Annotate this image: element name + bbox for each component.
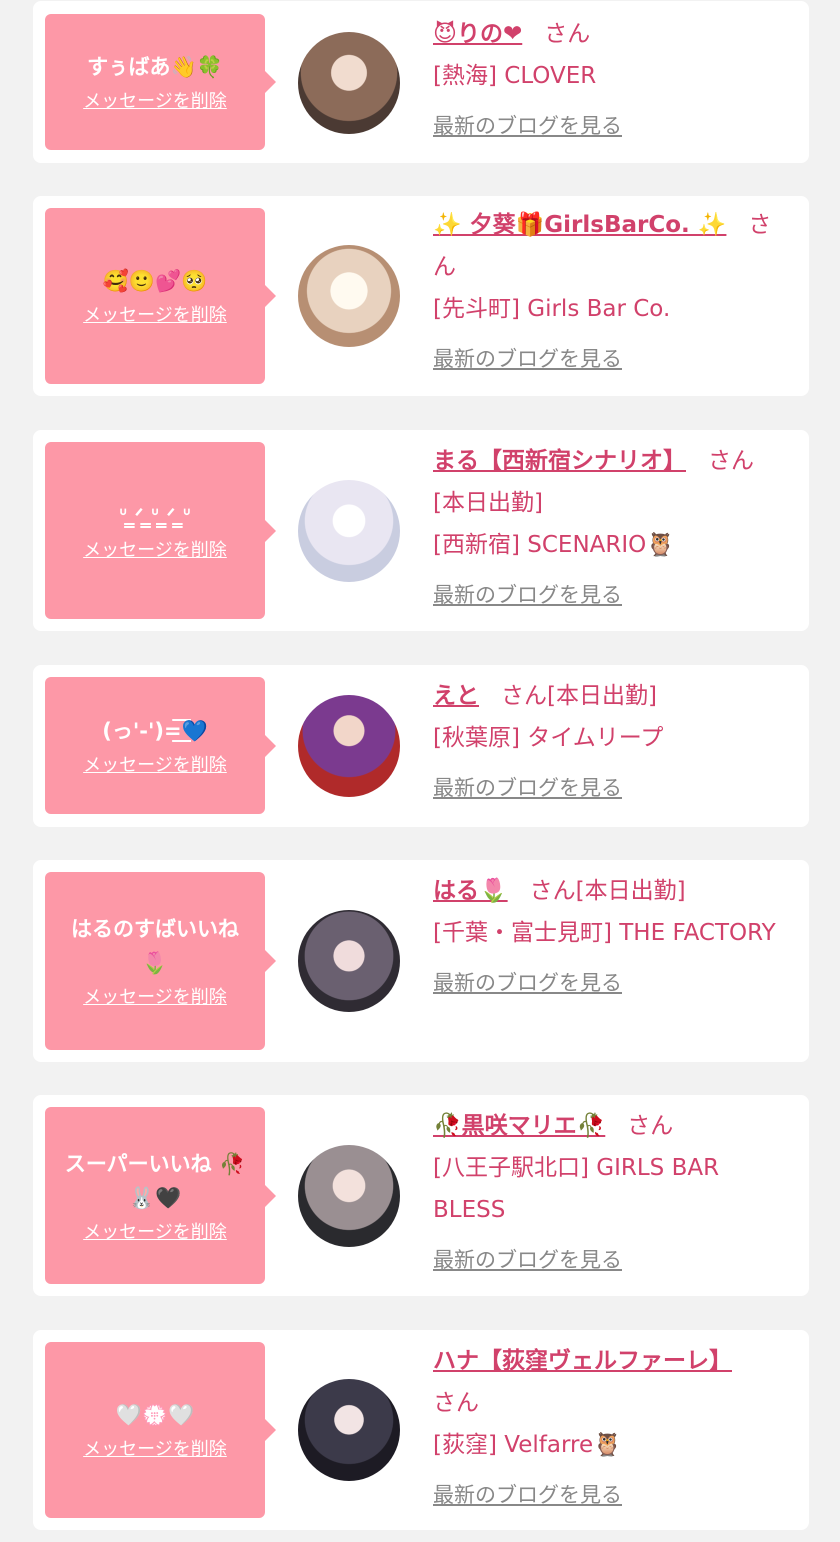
avatar[interactable] xyxy=(298,910,400,1012)
avatar[interactable] xyxy=(298,480,400,582)
cast-name-link[interactable]: えと xyxy=(433,683,479,709)
latest-blog-link[interactable]: 最新のブログを見る xyxy=(433,767,622,809)
message-text: (っ'-')=͟͟͞💙 xyxy=(102,718,208,743)
message-text: 🥰🙂💕🥺 xyxy=(102,269,208,293)
cast-info: まる【西新宿シナリオ】 さん [本日出勤] [西新宿] SCENARIO🦉 最新の… xyxy=(433,440,789,616)
cast-name-link[interactable]: ✨ 夕葵🎁GirlsBarCo. ✨ xyxy=(433,212,726,238)
message-card: 🤍💮🤍 メッセージを削除 ハナ【荻窪ヴェルファーレ】 さん [荻窪] Velfa… xyxy=(33,1330,809,1530)
avatar[interactable] xyxy=(298,695,400,797)
cast-info: ✨ 夕葵🎁GirlsBarCo. ✨ さん [先斗町] Girls Bar Co.… xyxy=(433,204,789,380)
status-label: [本日出勤] xyxy=(547,683,657,709)
message-bubble: はるのすばいいね 🌷 メッセージを削除 xyxy=(45,872,276,1050)
latest-blog-link[interactable]: 最新のブログを見る xyxy=(433,105,622,147)
message-card: スーパーいいね 🥀 🐰🖤 メッセージを削除 🥀黒咲マリエ🥀 さん [八王子駅北口]… xyxy=(33,1095,809,1296)
message-bubble: 🥰🙂💕🥺 メッセージを削除 xyxy=(45,208,276,384)
message-card: (っ'-')=͟͟͞💙 メッセージを削除 えと さん[本日出勤] [秋葉原] タイ… xyxy=(33,665,809,827)
delete-message-link[interactable]: メッセージを削除 xyxy=(83,539,227,563)
honorific: さん xyxy=(529,878,576,904)
delete-message-link[interactable]: メッセージを削除 xyxy=(83,90,227,114)
cast-name-link[interactable]: ハナ【荻窪ヴェルファーレ】 xyxy=(433,1348,732,1374)
message-card: ᐡ ̳ᐟ ̳ᐡ ̳ᐟ ̳ᐡ メッセージを削除 まる【西新宿シナリオ】 さん [本日… xyxy=(33,430,809,631)
message-card: すぅばあ👋🍀 メッセージを削除 😈りの❤ さん [熱海] CLOVER 最新のブロ… xyxy=(33,1,809,163)
avatar[interactable] xyxy=(298,1379,400,1481)
latest-blog-link[interactable]: 最新のブログを見る xyxy=(433,962,622,1004)
honorific: さん xyxy=(627,1113,674,1139)
message-card: はるのすばいいね 🌷 メッセージを削除 はる🌷 さん[本日出勤] [千葉・富士見町… xyxy=(33,860,809,1062)
shop-label: [八王子駅北口] GIRLS BAR BLESS xyxy=(433,1155,720,1223)
honorific: さん xyxy=(708,448,754,474)
avatar[interactable] xyxy=(298,32,400,134)
shop-label: [西新宿] SCENARIO🦉 xyxy=(433,532,675,558)
status-label: [本日出勤] xyxy=(575,878,686,904)
message-bubble: スーパーいいね 🥀 🐰🖤 メッセージを削除 xyxy=(45,1107,276,1284)
cast-name-link[interactable]: 🥀黒咲マリエ🥀 xyxy=(433,1113,605,1139)
message-bubble: 🤍💮🤍 メッセージを削除 xyxy=(45,1342,276,1518)
cast-info: 😈りの❤ さん [熱海] CLOVER 最新のブログを見る xyxy=(433,13,789,147)
shop-label: [熱海] CLOVER xyxy=(433,63,597,89)
cast-info: えと さん[本日出勤] [秋葉原] タイムリープ 最新のブログを見る xyxy=(433,675,789,809)
latest-blog-link[interactable]: 最新のブログを見る xyxy=(433,1474,622,1516)
shop-label: [荻窪] Velfarre🦉 xyxy=(433,1432,622,1458)
cast-name-link[interactable]: 😈りの❤ xyxy=(433,21,522,47)
delete-message-link[interactable]: メッセージを削除 xyxy=(83,1221,227,1245)
message-bubble: すぅばあ👋🍀 メッセージを削除 xyxy=(45,14,276,150)
cast-name-link[interactable]: はる🌷 xyxy=(433,878,508,904)
message-list: すぅばあ👋🍀 メッセージを削除 😈りの❤ さん [熱海] CLOVER 最新のブロ… xyxy=(0,0,840,1542)
delete-message-link[interactable]: メッセージを削除 xyxy=(83,1438,227,1462)
honorific: さん xyxy=(433,1390,479,1416)
delete-message-link[interactable]: メッセージを削除 xyxy=(83,754,227,778)
latest-blog-link[interactable]: 最新のブログを見る xyxy=(433,338,622,380)
cast-info: はる🌷 さん[本日出勤] [千葉・富士見町] THE FACTORY 最新のブログ… xyxy=(433,870,789,1004)
message-text: 🤍💮🤍 xyxy=(115,1403,195,1427)
status-label: [本日出勤] xyxy=(433,490,543,516)
message-card: 🥰🙂💕🥺 メッセージを削除 ✨ 夕葵🎁GirlsBarCo. ✨ さん [先斗町]… xyxy=(33,196,809,396)
avatar[interactable] xyxy=(298,1145,400,1247)
message-text: スーパーいいね 🥀 🐰🖤 xyxy=(64,1151,246,1210)
honorific: さん xyxy=(501,683,547,709)
shop-label: [先斗町] Girls Bar Co. xyxy=(433,296,671,322)
shop-label: [千葉・富士見町] THE FACTORY xyxy=(433,920,776,946)
avatar[interactable] xyxy=(298,245,400,347)
message-text: はるのすばいいね 🌷 xyxy=(71,917,239,975)
honorific: さん xyxy=(544,21,591,47)
message-text: すぅばあ👋🍀 xyxy=(87,55,223,79)
latest-blog-link[interactable]: 最新のブログを見る xyxy=(433,574,622,616)
cast-info: 🥀黒咲マリエ🥀 さん [八王子駅北口] GIRLS BAR BLESS 最新のブロ… xyxy=(433,1105,789,1281)
cast-name-link[interactable]: まる【西新宿シナリオ】 xyxy=(433,448,686,474)
message-text: ᐡ ̳ᐟ ̳ᐡ ̳ᐟ ̳ᐡ xyxy=(119,503,191,528)
cast-info: ハナ【荻窪ヴェルファーレ】 さん [荻窪] Velfarre🦉 最新のブログを見… xyxy=(433,1340,789,1516)
message-bubble: (っ'-')=͟͟͞💙 メッセージを削除 xyxy=(45,677,276,814)
delete-message-link[interactable]: メッセージを削除 xyxy=(83,986,227,1010)
shop-label: [秋葉原] タイムリープ xyxy=(433,725,664,751)
delete-message-link[interactable]: メッセージを削除 xyxy=(83,304,227,328)
message-bubble: ᐡ ̳ᐟ ̳ᐡ ̳ᐟ ̳ᐡ メッセージを削除 xyxy=(45,442,276,619)
latest-blog-link[interactable]: 最新のブログを見る xyxy=(433,1239,622,1281)
